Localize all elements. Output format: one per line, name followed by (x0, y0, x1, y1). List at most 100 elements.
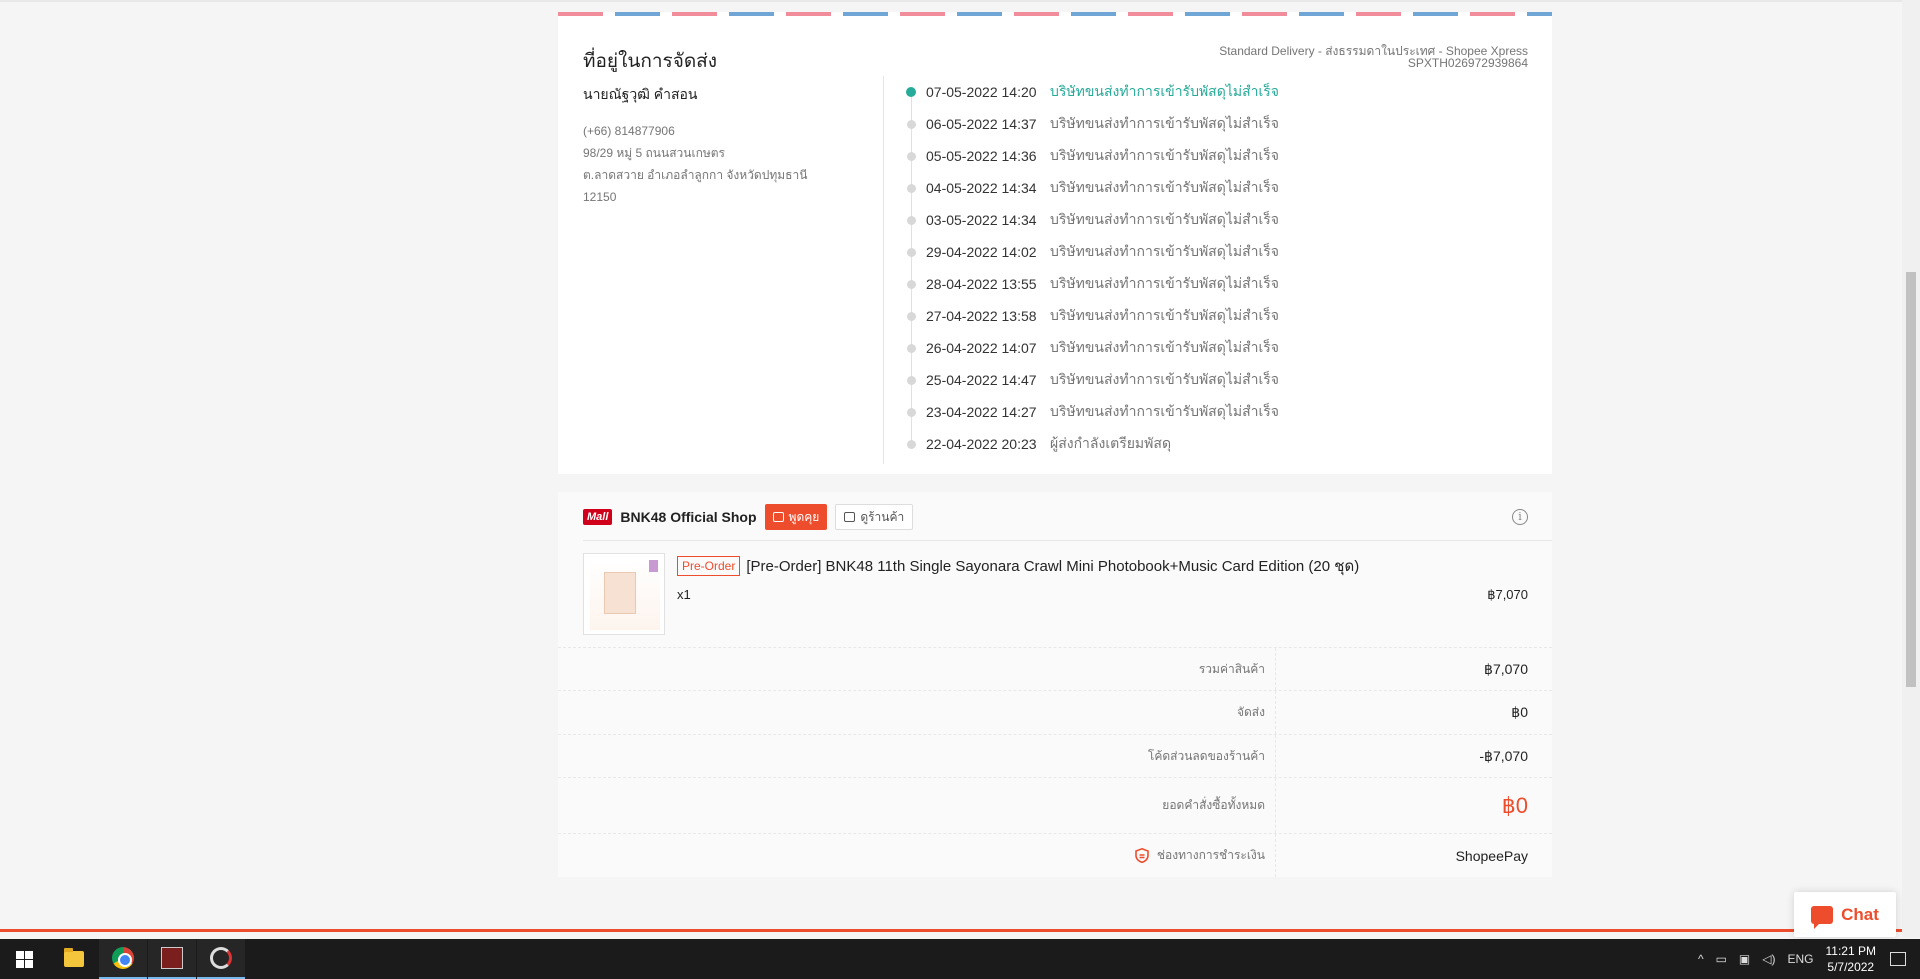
product-quantity: x1 (677, 587, 691, 602)
product-title-row: Pre-Order [Pre-Order] BNK48 11th Single … (677, 554, 1359, 578)
notification-icon[interactable] (1890, 952, 1906, 966)
game-app-icon (161, 947, 183, 969)
chat-bubble-icon (1811, 905, 1834, 929)
summary-row-voucher: โค้ดส่วนลดของร้านค้า -฿7,070 (558, 734, 1552, 777)
tracking-timeline: 07-05-2022 14:20 บริษัทขนส่งทำการเข้ารับพ… (903, 76, 1523, 456)
timeline-time: 05-05-2022 14:36 (926, 148, 1037, 164)
timeline-dot (907, 215, 916, 225)
folder-icon (64, 948, 84, 967)
floating-chat-label: Chat (1841, 904, 1879, 924)
payment-method-value: ShopeePay (1455, 847, 1528, 864)
shipping-card: ที่อยู่ในการจัดส่ง Standard Delivery - ส… (558, 12, 1552, 474)
shipping-fee-label: จัดส่ง (558, 691, 1276, 734)
timeline-time: 23-04-2022 14:27 (926, 404, 1037, 420)
address-line-2: ต.ลาดสวาย อำเภอลำลูกกา จังหวัดปทุมธานี 1… (583, 168, 808, 204)
payment-method-label: ช่องทางการชำระเงิน (1156, 848, 1265, 862)
timeline-dot (907, 247, 916, 257)
shop-divider (583, 540, 1552, 541)
timeline-status: บริษัทขนส่งทำการเข้ารับพัสดุไม่สำเร็จ (1050, 211, 1280, 227)
timeline-status: บริษัทขนส่งทำการเข้ารับพัสดุไม่สำเร็จ (1050, 147, 1280, 163)
timeline-status: บริษัทขนส่งทำการเข้ารับพัสดุไม่สำเร็จ (1050, 275, 1280, 291)
shop-icon (844, 512, 856, 522)
start-button[interactable] (0, 939, 48, 979)
page-top-border (0, 0, 1902, 2)
timeline-time: 28-04-2022 13:55 (926, 276, 1037, 292)
input-language[interactable]: ENG (1788, 952, 1814, 966)
order-summary: รวมค่าสินค้า ฿7,070 จัดส่ง ฿0 โค้ดส่วนลด… (558, 647, 1552, 877)
timeline-dot (906, 87, 916, 97)
chat-shop-button[interactable]: พูดคุย (764, 504, 828, 530)
floating-chat-button[interactable]: Chat (1794, 892, 1896, 937)
meet-now-icon[interactable]: ▭ (1716, 952, 1727, 966)
voucher-value: -฿7,070 (1479, 747, 1528, 764)
taskbar-clock[interactable]: 11:21 PM 5/7/2022 (1826, 943, 1876, 975)
chevron-up-icon[interactable]: ^ (1698, 952, 1704, 966)
timeline-dot (907, 151, 916, 161)
page-scrollbar[interactable] (1902, 0, 1920, 938)
timeline-time: 22-04-2022 20:23 (926, 436, 1037, 452)
product-price: ฿7,070 (1487, 587, 1528, 602)
timeline-status: บริษัทขนส่งทำการเข้ารับพัสดุไม่สำเร็จ (1050, 243, 1280, 259)
order-total-label: ยอดคำสั่งซื้อทั้งหมด (558, 778, 1276, 833)
timeline-dot (907, 183, 916, 193)
summary-row-shipping: จัดส่ง ฿0 (558, 690, 1552, 734)
shipping-header: ที่อยู่ในการจัดส่ง Standard Delivery - ส… (558, 16, 1552, 76)
product-image-tag (649, 560, 658, 572)
tracking-number: SPXTH026972939864 (1407, 56, 1528, 70)
taskbar-game-app[interactable] (148, 939, 196, 979)
shop-header: Mall BNK48 Official Shop พูดคุย ดูร้านค้… (583, 504, 914, 530)
shipping-fee-value: ฿0 (1511, 704, 1528, 720)
timeline-time: 04-05-2022 14:34 (926, 180, 1037, 196)
scrollbar-thumb[interactable] (1906, 272, 1916, 687)
product-title[interactable]: [Pre-Order] BNK48 11th Single Sayonara C… (746, 554, 1359, 578)
timeline-time: 27-04-2022 13:58 (926, 308, 1037, 324)
timeline-dot (907, 407, 916, 417)
windows-taskbar: ^ ▭ ▣ ◁) ENG 11:21 PM 5/7/2022 (0, 939, 1920, 979)
product-image (590, 560, 660, 630)
pre-order-tag: Pre-Order (677, 556, 741, 576)
view-shop-label: ดูร้านค้า (860, 509, 905, 524)
shop-section: Mall BNK48 Official Shop พูดคุย ดูร้านค้… (558, 492, 1552, 647)
order-total-value: ฿0 (1501, 792, 1528, 818)
clock-date: 5/7/2022 (1827, 960, 1875, 974)
shipping-body: นายณัฐวุฒิ คำสอน (+66) 814877906 98/29 ห… (558, 76, 1552, 474)
timeline-time: 03-05-2022 14:34 (926, 212, 1037, 228)
shop-name[interactable]: BNK48 Official Shop (620, 509, 756, 525)
timeline-time: 06-05-2022 14:37 (926, 116, 1037, 132)
timeline-status: บริษัทขนส่งทำการเข้ารับพัสดุไม่สำเร็จ (1050, 403, 1280, 419)
recipient-phone: (+66) 814877906 (583, 124, 675, 138)
footer-accent-bar (0, 929, 1902, 932)
timeline-line (911, 92, 912, 448)
timeline-status: ผู้ส่งกำลังเตรียมพัสดุ (1050, 435, 1172, 451)
subtotal-label: รวมค่าสินค้า (558, 648, 1276, 690)
vertical-divider (883, 76, 884, 464)
timeline-dot (907, 375, 916, 385)
product-thumbnail[interactable] (583, 553, 665, 635)
timeline-status: บริษัทขนส่งทำการเข้ารับพัสดุไม่สำเร็จ (1050, 179, 1280, 195)
network-icon[interactable]: ▣ (1739, 952, 1750, 966)
shipping-title: ที่อยู่ในการจัดส่ง (583, 51, 718, 72)
subtotal-value: ฿7,070 (1484, 660, 1528, 677)
clock-time: 11:21 PM (1825, 944, 1876, 958)
taskbar-file-explorer[interactable] (50, 939, 98, 979)
timeline-status: บริษัทขนส่งทำการเข้ารับพัสดุไม่สำเร็จ (1050, 83, 1280, 99)
delivery-address: นายณัฐวุฒิ คำสอน (+66) 814877906 98/29 ห… (583, 84, 843, 208)
timeline-dot (907, 311, 916, 321)
volume-icon[interactable]: ◁) (1762, 952, 1775, 966)
tool-app-icon (210, 947, 232, 969)
timeline-status: บริษัทขนส่งทำการเข้ารับพัสดุไม่สำเร็จ (1050, 307, 1280, 323)
timeline-dot (907, 279, 916, 289)
voucher-label: โค้ดส่วนลดของร้านค้า (558, 735, 1276, 777)
view-shop-button[interactable]: ดูร้านค้า (835, 504, 914, 530)
chat-shop-label: พูดคุย (788, 509, 820, 524)
taskbar-tool-app[interactable] (197, 939, 245, 979)
info-icon[interactable]: i (1512, 509, 1528, 525)
payment-method-label-cell: ช่องทางการชำระเงิน (558, 834, 1276, 877)
windows-logo-icon (15, 950, 33, 968)
shield-icon (1135, 848, 1149, 863)
taskbar-chrome[interactable] (99, 939, 147, 979)
timeline-dot (907, 439, 916, 449)
chat-icon (772, 512, 784, 522)
mall-badge: Mall (583, 509, 613, 525)
product-image-box (604, 572, 636, 614)
